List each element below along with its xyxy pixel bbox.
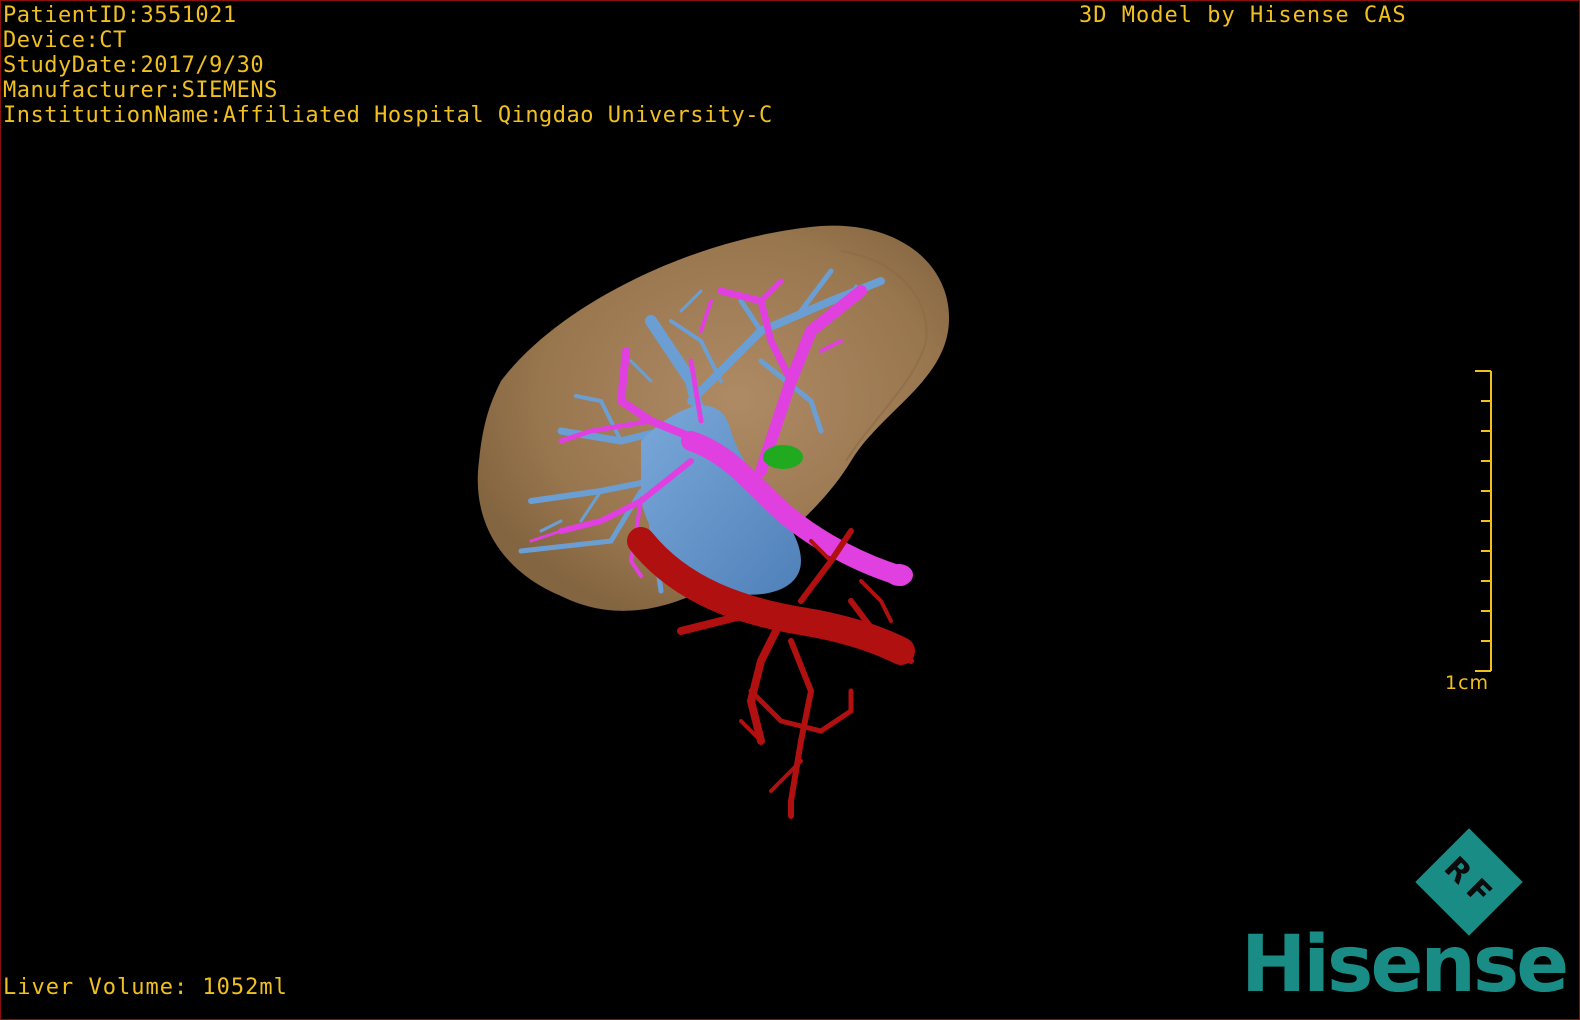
scale-bar-label: 1cm: [1445, 672, 1490, 694]
3d-viewport[interactable]: PatientID:3551021 Device:CT StudyDate:20…: [0, 0, 1580, 1020]
patient-id: PatientID:3551021: [3, 3, 237, 28]
manufacturer: Manufacturer:SIEMENS: [3, 78, 278, 103]
model-credit: 3D Model by Hisense CAS: [1079, 3, 1407, 28]
liver-volume: Liver Volume: 1052ml: [3, 975, 288, 1000]
scale-bar: [1475, 370, 1492, 672]
study-date: StudyDate:2017/9/30: [3, 53, 265, 78]
institution-name: InstitutionName:Affiliated Hospital Qing…: [3, 103, 773, 128]
portal-vein-stump: [885, 564, 913, 586]
hisense-logo: Hisense: [1241, 920, 1569, 1010]
dicom-info-overlay: PatientID:3551021 Device:CT StudyDate:20…: [3, 3, 773, 128]
device: Device:CT: [3, 28, 127, 53]
lesion: [763, 445, 803, 469]
liver-3d-model[interactable]: [1, 1, 1579, 1019]
